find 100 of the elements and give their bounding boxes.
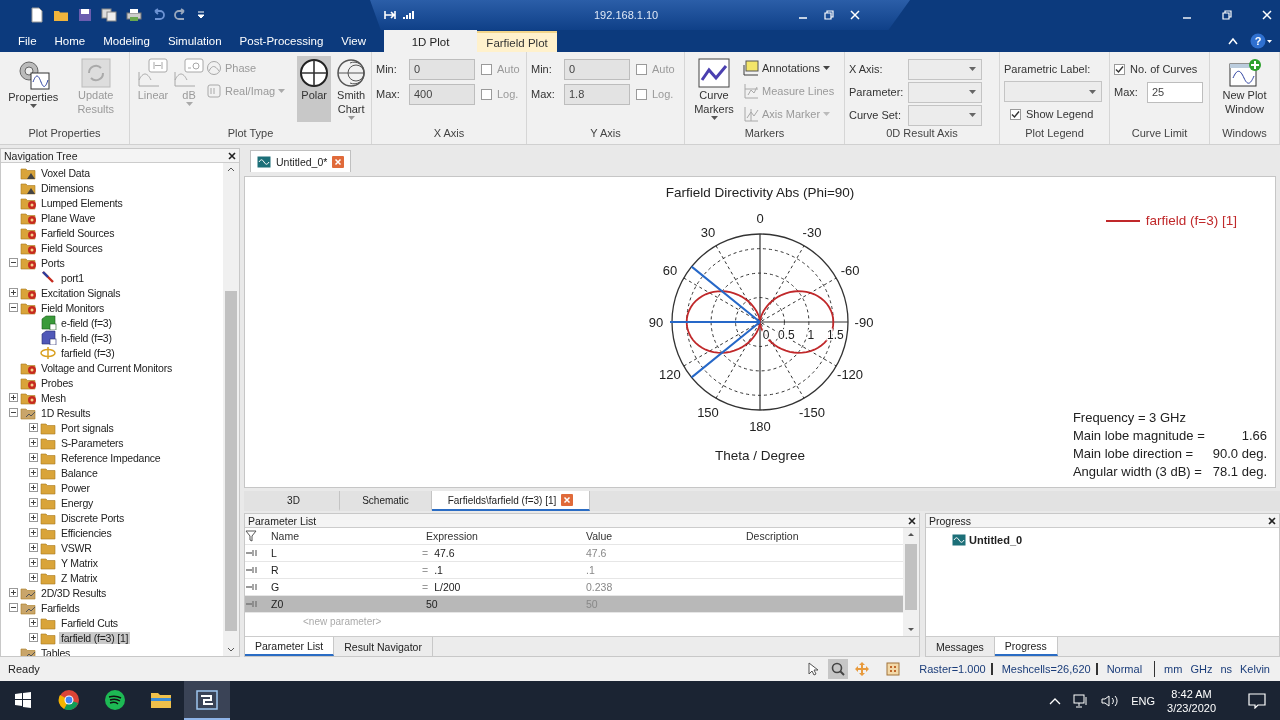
volume-icon[interactable]	[1101, 693, 1120, 708]
tree-item[interactable]: Farfields	[39, 601, 82, 614]
tree-item[interactable]: Mesh	[39, 391, 68, 404]
checkbox[interactable]	[636, 88, 647, 100]
ribbon-button[interactable]: Annotations	[743, 58, 835, 78]
tree-item[interactable]: 2D/3D Results	[39, 586, 109, 599]
ribbon-button[interactable]: New Plot Window	[1214, 56, 1275, 122]
collapse-ribbon-icon[interactable]	[1228, 37, 1238, 45]
editor-tab[interactable]: 3D	[248, 491, 340, 511]
expand-toggle[interactable]	[29, 558, 38, 567]
column-header[interactable]: Expression	[422, 530, 582, 542]
table-row[interactable]: L = 47.6 47.6	[245, 545, 903, 562]
menu-tab[interactable]: Simulation	[159, 35, 230, 52]
collapse-toggle[interactable]	[9, 408, 18, 417]
tree-item[interactable]: Probes	[39, 376, 76, 389]
menu-tab[interactable]: File	[10, 35, 45, 52]
tree-item[interactable]: Power	[59, 481, 92, 494]
restore-icon[interactable]	[824, 10, 834, 20]
tree-item[interactable]: Voltage and Current Monitors	[39, 361, 174, 374]
ribbon-button[interactable]: Properties	[4, 56, 63, 122]
tree-item[interactable]: Energy	[59, 496, 96, 509]
filter-icon[interactable]	[245, 530, 257, 542]
tree-item[interactable]: Dimensions	[39, 181, 96, 194]
unit-label[interactable]: ns	[1218, 663, 1235, 675]
editor-tab[interactable]: Farfields\farfield (f=3) [1]	[432, 491, 590, 511]
tree-item[interactable]: e-field (f=3)	[59, 316, 114, 329]
grid-icon[interactable]	[886, 662, 901, 676]
tree-item[interactable]: Field Monitors	[39, 301, 107, 314]
expand-toggle[interactable]	[29, 483, 38, 492]
expand-toggle[interactable]	[29, 528, 38, 537]
expand-toggle[interactable]	[29, 498, 38, 507]
checkbox[interactable]	[1114, 63, 1125, 75]
tree-item[interactable]: Reference Impedance	[59, 451, 163, 464]
unit-label[interactable]: GHz	[1188, 663, 1215, 675]
expand-toggle[interactable]	[29, 618, 38, 627]
ribbon-button[interactable]: Polar	[297, 56, 332, 122]
chevron-up-icon[interactable]	[1049, 696, 1062, 705]
clock-date[interactable]: 3/23/2020	[1167, 701, 1216, 714]
close-icon[interactable]	[1268, 516, 1276, 525]
column-header[interactable]: Name	[267, 530, 422, 542]
unit-label[interactable]: mm	[1162, 663, 1185, 675]
ribbon-button[interactable]: Smith Chart	[333, 56, 370, 122]
close-icon[interactable]	[228, 151, 236, 160]
checkbox[interactable]	[636, 63, 647, 75]
expand-toggle[interactable]	[29, 423, 38, 432]
close-tab-icon[interactable]	[561, 494, 574, 506]
menu-tab[interactable]: View	[333, 35, 375, 52]
tree-item[interactable]: Balance	[59, 466, 100, 479]
panel-tab[interactable]: Result Navigator	[334, 637, 433, 656]
expand-toggle[interactable]	[29, 633, 38, 642]
restore-icon[interactable]	[1222, 10, 1232, 20]
network-icon[interactable]	[1073, 693, 1090, 708]
checkbox[interactable]	[481, 88, 492, 100]
tree-item[interactable]: farfield (f=3)	[59, 346, 117, 359]
tree-item[interactable]: Plane Wave	[39, 211, 98, 224]
expand-toggle[interactable]	[9, 393, 18, 402]
ribbon-button[interactable]: Curve Markers	[689, 56, 739, 122]
tree-item[interactable]: 1D Results	[39, 406, 93, 419]
tree-item[interactable]: port1	[59, 271, 86, 284]
tree-item[interactable]: Discrete Ports	[59, 511, 127, 524]
tree-item[interactable]: Farfield Cuts	[59, 616, 120, 629]
close-tab-icon[interactable]	[332, 155, 345, 168]
scrollbar[interactable]	[903, 528, 919, 636]
checkbox[interactable]	[1010, 108, 1021, 120]
scroll-thumb[interactable]	[225, 291, 237, 631]
menu-tab[interactable]: Home	[46, 35, 94, 52]
column-header[interactable]: Value	[582, 530, 742, 542]
tree-item[interactable]: farfield (f=3) [1]	[59, 631, 131, 644]
tree-item[interactable]: Efficiencies	[59, 526, 114, 539]
tree-item[interactable]: Lumped Elements	[39, 196, 125, 209]
tree-item[interactable]: Port signals	[59, 421, 116, 434]
document-tab[interactable]: Untitled_0*	[250, 150, 352, 172]
tree-item[interactable]: S-Parameters	[59, 436, 126, 449]
taskbar-app[interactable]	[184, 681, 230, 720]
expand-toggle[interactable]	[9, 588, 18, 597]
expand-toggle[interactable]	[29, 468, 38, 477]
tree-item[interactable]: VSWR	[59, 541, 94, 554]
column-header[interactable]: Description	[742, 530, 903, 542]
panel-tab[interactable]: Parameter List	[245, 637, 335, 656]
ribbon-tab[interactable]: Farfield Plot	[477, 31, 558, 52]
scrollbar[interactable]	[223, 163, 239, 656]
tree-item[interactable]: Tables	[39, 646, 73, 656]
expand-toggle[interactable]	[29, 573, 38, 582]
expand-toggle[interactable]	[9, 288, 18, 297]
tree-item[interactable]: Voxel Data	[39, 166, 92, 179]
panel-tab[interactable]: Messages	[926, 637, 995, 656]
scroll-thumb[interactable]	[905, 544, 917, 610]
checkbox[interactable]	[481, 63, 492, 75]
clock-time[interactable]: 8:42 AM	[1171, 687, 1212, 700]
collapse-toggle[interactable]	[9, 603, 18, 612]
tree-item[interactable]: h-field (f=3)	[59, 331, 114, 344]
collapse-toggle[interactable]	[9, 303, 18, 312]
tool-button[interactable]	[828, 659, 849, 679]
tree-item[interactable]: Farfield Sources	[39, 226, 117, 239]
tree-item[interactable]: Y Matrix	[59, 556, 100, 569]
text-field[interactable]: 25	[1147, 81, 1203, 103]
tree-item[interactable]: Z Matrix	[59, 571, 100, 584]
collapse-toggle[interactable]	[9, 258, 18, 267]
expand-toggle[interactable]	[29, 543, 38, 552]
tree-item[interactable]: Ports	[39, 256, 67, 269]
